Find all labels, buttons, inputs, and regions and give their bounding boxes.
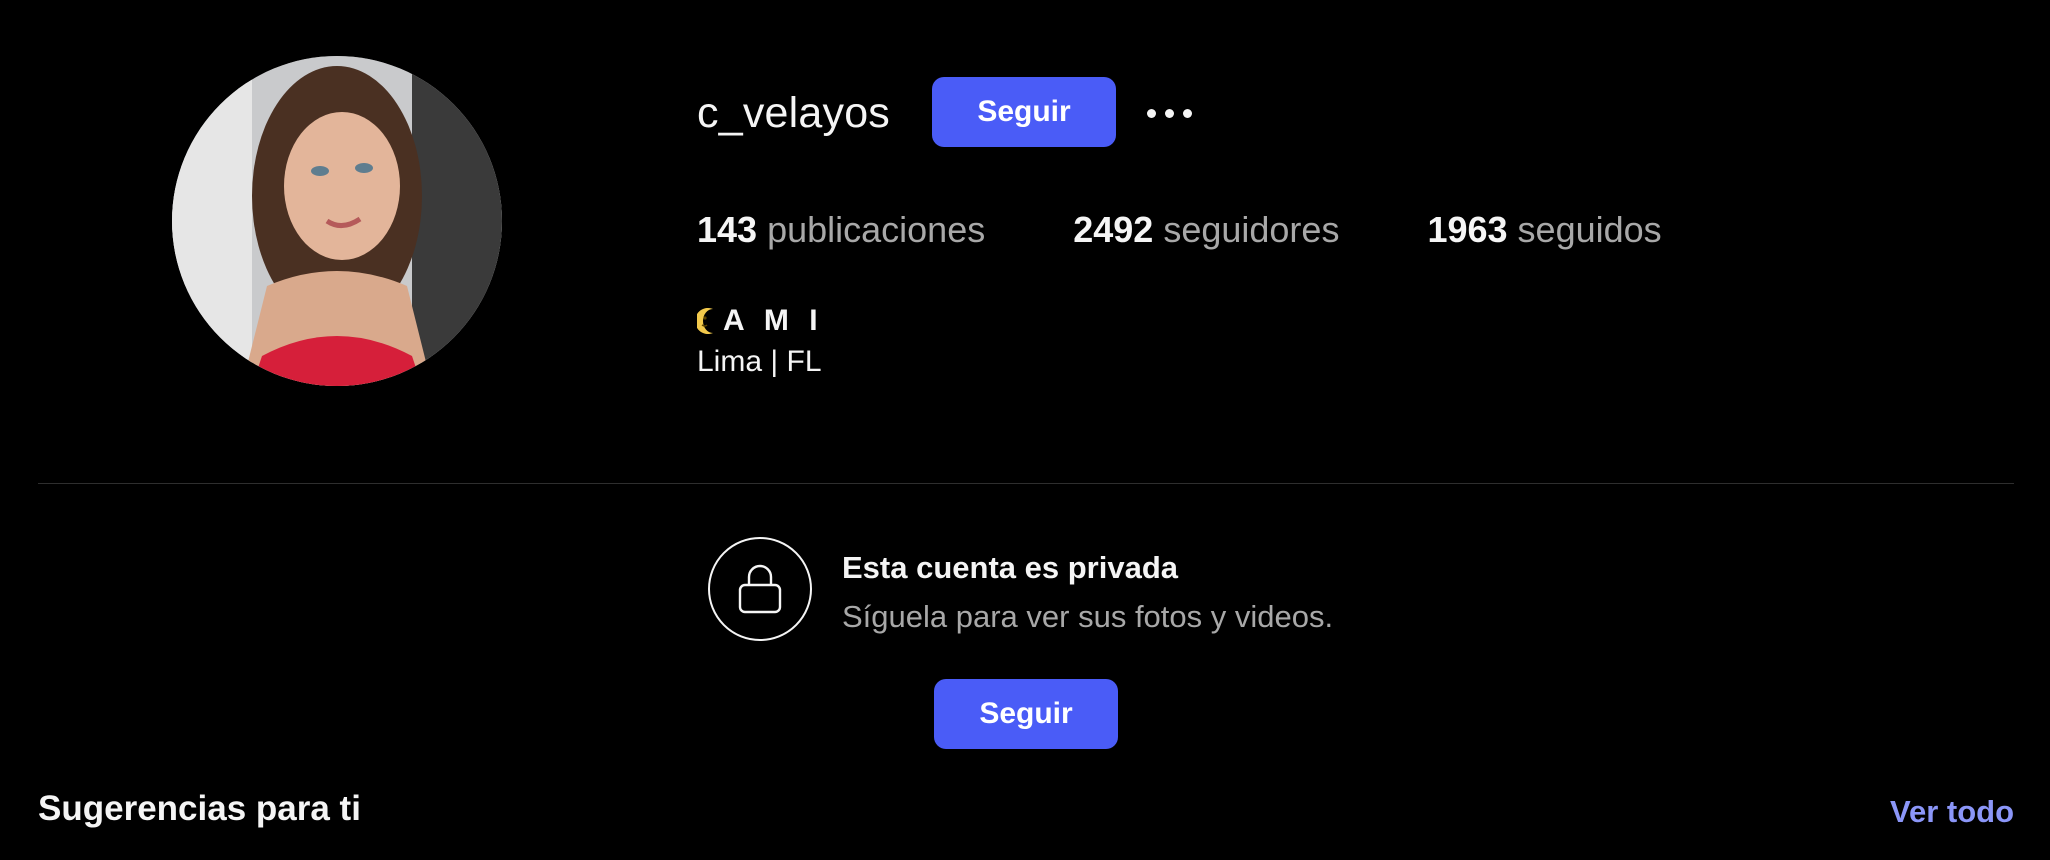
avatar-image — [172, 56, 502, 386]
profile-avatar[interactable] — [172, 56, 502, 386]
private-account-title: Esta cuenta es privada — [842, 550, 1178, 585]
private-follow-button[interactable]: Seguir — [934, 679, 1118, 749]
more-options-icon[interactable] — [1140, 92, 1198, 134]
stat-following-count: 1963 — [1427, 209, 1508, 250]
profile-bio: A M I Lima | FL — [695, 302, 824, 382]
profile-stats: 143 publicaciones 2492 seguidores 1963 segu… — [697, 208, 1662, 252]
lock-icon — [738, 564, 782, 614]
stat-followers[interactable]: 2492 seguidores — [1073, 208, 1339, 252]
stat-following-label: seguidos — [1517, 209, 1662, 250]
crescent-moon-face-icon — [695, 306, 719, 336]
follow-button[interactable]: Seguir — [932, 77, 1116, 147]
bio-location: Lima | FL — [697, 345, 822, 378]
stat-posts: 143 publicaciones — [697, 208, 985, 252]
bio-name: A M I — [723, 304, 824, 337]
more-dot — [1146, 108, 1156, 118]
bio-name-row: A M I — [695, 302, 824, 340]
section-divider — [38, 483, 2014, 484]
see-all-link[interactable]: Ver todo — [1890, 792, 2014, 832]
stat-posts-label: publicaciones — [767, 209, 986, 250]
profile-page: c_velayos Seguir 143 publicaciones 2492 se… — [0, 0, 2050, 860]
more-dot — [1182, 108, 1192, 118]
suggestions-title: Sugerencias para ti — [38, 789, 361, 828]
profile-username: c_velayos — [697, 89, 891, 137]
stat-followers-label: seguidores — [1163, 209, 1340, 250]
stat-following[interactable]: 1963 seguidos — [1427, 208, 1661, 252]
more-dot — [1164, 108, 1174, 118]
private-account-subtitle: Síguela para ver sus fotos y videos. — [842, 599, 1334, 634]
stat-posts-count: 143 — [697, 209, 758, 250]
lock-circle — [708, 537, 812, 641]
stat-followers-count: 2492 — [1073, 209, 1154, 250]
